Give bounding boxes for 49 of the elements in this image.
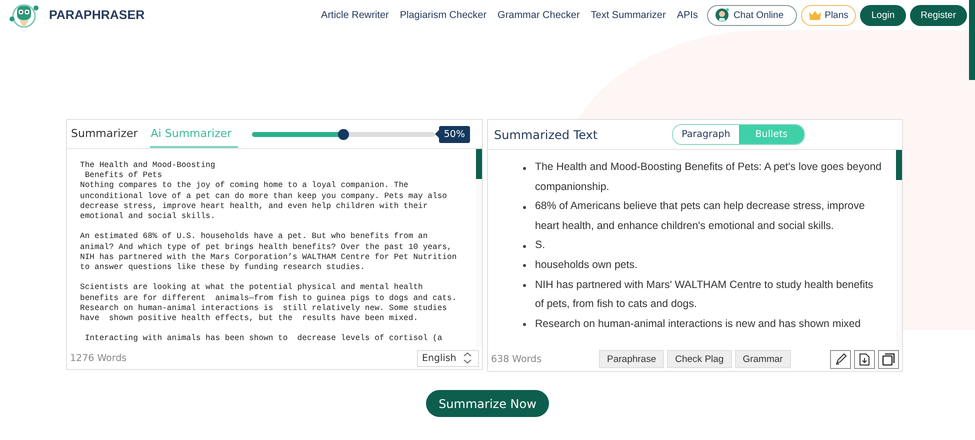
download-button[interactable] <box>854 350 875 368</box>
nav-link[interactable]: Text Summarizer <box>590 10 666 20</box>
pen-icon <box>834 353 846 365</box>
summary-point: S. <box>535 239 546 252</box>
nav-link[interactable]: Plagiarism Checker <box>400 10 487 20</box>
bullet-icon <box>523 166 526 170</box>
crown-icon <box>808 10 821 20</box>
nav-link[interactable]: Article Rewriter <box>321 10 389 20</box>
updown-caret-icon <box>463 352 472 364</box>
scrollbar[interactable] <box>476 149 482 347</box>
bullet-icon <box>523 244 526 248</box>
summary-point: 68% of Americans believe that pets can help decrease stress, improve heart health, and enhance children's emotional and social skills. <box>535 200 865 232</box>
summary-point: households own pets. <box>535 258 638 271</box>
highlight-button[interactable] <box>830 350 851 368</box>
nav-link[interactable]: Grammar Checker <box>498 10 580 20</box>
download-file-icon <box>859 352 870 366</box>
action-button[interactable]: Check Plag <box>667 350 732 368</box>
summary-point: NIH has partnered with Mars' WALTHAM Centre to study health benefits of pets, from fish to cats and dogs. <box>535 278 874 310</box>
summary-point: The Health and Mood-Boosting Benefits of Pets: A pet's love goes beyond companionship. <box>535 161 882 193</box>
plans-button[interactable]: Plans <box>800 4 856 26</box>
language-select[interactable]: English <box>417 350 479 366</box>
input-text-area[interactable]: The Health and Mood-Boosting Benefits of Pets Nothing compares to the joy of coming home to a loyal companion. The unconditional love of a pet can do more than keep you company. Pets may also decrease stress, improve heart health, and even help children with their emotional and social skills. An estimated 68% of U.S. households have a pet. But who benefits from an animal? And which type of pet brings health benefits? Over the past 10 years, NIH has partnered with the Mars Corporation’s WALTHAM Centre for Pet Nutrition to answer questions like these by funding research studies. Scientists are looking at what the potential physical and mental health benefits are for different animals—from fish to guinea pigs to dogs and cats. Research on human-animal interactions is still relatively new. Some studies have shown positive health effects, but the results have been mixed. Interacting with animals has been shown to decrease levels of cortisol (a <box>67 149 476 347</box>
mode-tab[interactable]: Summarizer <box>70 120 144 148</box>
bullet-icon <box>523 264 526 268</box>
action-button[interactable]: Paraphrase <box>599 350 664 368</box>
length-value: 50% <box>434 126 470 142</box>
register-button[interactable]: Register <box>910 4 967 26</box>
word-count: 638 Words <box>491 354 543 364</box>
summarize-button[interactable]: Summarize Now <box>426 390 549 417</box>
copy-button[interactable] <box>878 350 899 368</box>
page-scrollbar[interactable] <box>969 0 975 80</box>
chat-button[interactable]: Chat Online <box>707 4 797 26</box>
brand-name: PARAPHRASER <box>49 8 145 22</box>
word-count: 1276 Words <box>70 352 127 364</box>
scrollbar[interactable] <box>896 150 902 347</box>
action-button[interactable]: Grammar <box>734 350 791 368</box>
bullet-icon <box>523 323 526 326</box>
bullet-icon <box>523 284 526 288</box>
login-button[interactable]: Login <box>860 4 906 26</box>
summary-point: Research on human-animal interactions is new and has shown mixed <box>535 318 861 330</box>
nav-link[interactable]: APIs <box>676 10 698 20</box>
slider-handle[interactable] <box>338 128 350 140</box>
support-agent-icon <box>715 8 730 22</box>
panel-title: Summarized Text <box>494 128 598 142</box>
bullet-icon <box>523 206 526 209</box>
length-slider[interactable] <box>252 132 435 136</box>
pointer-icon <box>434 130 439 138</box>
copy-icon <box>882 352 895 366</box>
logo-icon <box>7 2 41 28</box>
